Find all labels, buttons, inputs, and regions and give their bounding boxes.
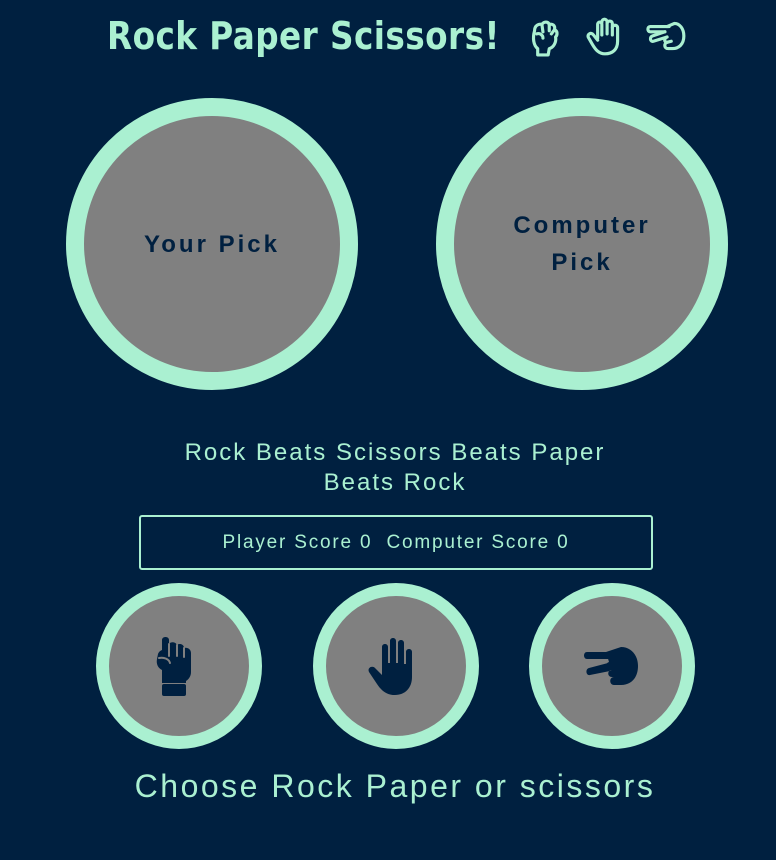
rock-button[interactable] — [96, 583, 262, 749]
title-text: Rock Paper Scissors! — [107, 14, 501, 58]
paper-hand-icon — [584, 15, 626, 57]
player-pick-display: Your Pick — [66, 98, 358, 390]
player-pick-label: Your Pick — [144, 230, 280, 258]
rules-text: Rock Beats Scissors Beats Paper Beats Ro… — [184, 439, 606, 496]
score-board: Player Score 0 Computer Score 0 — [139, 515, 653, 570]
fist-icon — [156, 637, 191, 696]
page-title: Rock Paper Scissors! — [0, 14, 776, 58]
computer-pick-display: Computer Pick — [436, 98, 728, 390]
game-container: Rock Paper Scissors! Your Pick Computer … — [0, 0, 776, 860]
scissors-button[interactable] — [529, 583, 695, 749]
computer-pick-label: Computer Pick — [513, 212, 651, 276]
hand-paper-icon — [368, 638, 412, 695]
rock-hand-icon — [523, 15, 565, 57]
paper-button[interactable] — [313, 583, 479, 749]
status-message: Choose Rock Paper or scissors — [134, 768, 656, 804]
scissors-hand-icon — [645, 15, 687, 57]
hand-scissors-icon — [584, 647, 638, 685]
